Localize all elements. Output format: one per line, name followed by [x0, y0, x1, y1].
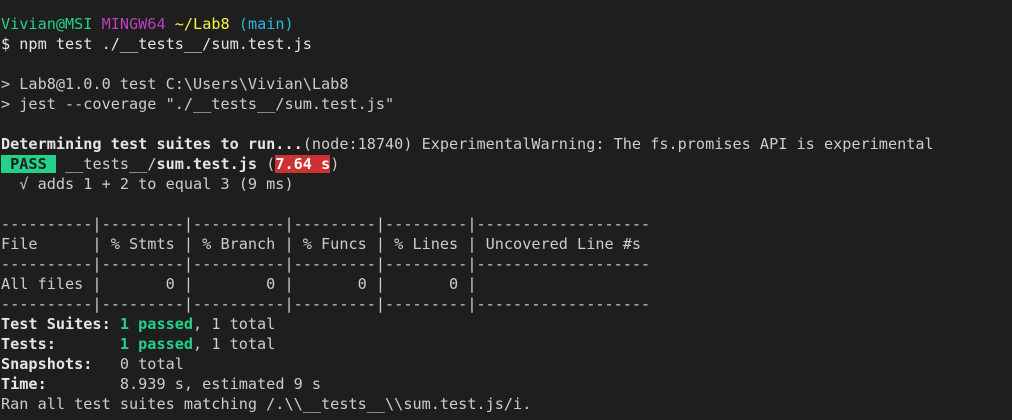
summary-label: Time: — [1, 375, 120, 393]
summary-label: Snapshots: — [1, 355, 120, 373]
shell-prompt: Vivian@MSI MINGW64 ~/Lab8 (main) — [0, 14, 1012, 34]
passed-count: 1 passed — [119, 335, 194, 353]
test-file-name: sum.test.js — [156, 155, 258, 173]
command-line: $ npm test ./__tests__/sum.test.js — [1, 35, 312, 53]
experimental-warning: (node:18740) ExperimentalWarning: The fs… — [302, 135, 934, 153]
test-result-line: PASS __tests__/sum.test.js (7.64 s) — [0, 154, 1012, 174]
paren-open: ( — [257, 155, 276, 173]
npm-script-line: > jest --coverage "./__tests__/sum.test.… — [1, 95, 395, 113]
elapsed-time: 8.939 s, estimated 9 s — [119, 375, 322, 393]
test-case: √ adds 1 + 2 to equal 3 (9 ms) — [1, 175, 294, 193]
passed-count: 1 passed — [119, 315, 194, 333]
total-count: , 1 total — [193, 315, 276, 333]
summary-label: Tests: — [1, 335, 120, 353]
paren-close: ) — [330, 155, 340, 173]
pass-badge: PASS — [1, 155, 56, 173]
terminal-window[interactable]: Vivian@MSI MINGW64 ~/Lab8 (main) $ npm t… — [0, 0, 1012, 420]
coverage-separator: ----------|---------|----------|--------… — [1, 215, 651, 233]
duration-badge: 7.64 s — [275, 155, 331, 173]
summary-time: Time: 8.939 s, estimated 9 s — [0, 374, 1012, 394]
prompt-path: ~/Lab8 — [174, 15, 230, 33]
summary-suites: Test Suites: 1 passed, 1 total — [0, 314, 1012, 334]
summary-snapshots: Snapshots: 0 total — [0, 354, 1012, 374]
npm-script-line: > Lab8@1.0.0 test C:\Users\Vivian\Lab8 — [1, 75, 349, 93]
prompt-env: MINGW64 — [101, 15, 166, 33]
ran-all-line: Ran all test suites matching /.\\__tests… — [1, 395, 532, 413]
coverage-separator: ----------|---------|----------|--------… — [1, 295, 651, 313]
coverage-header: File | % Stmts | % Branch | % Funcs | % … — [1, 235, 651, 253]
summary-label: Test Suites: — [1, 315, 120, 333]
total-count: , 1 total — [193, 335, 276, 353]
determining-label: Determining test suites to run... — [1, 135, 303, 153]
test-case-line: √ adds 1 + 2 to equal 3 (9 ms) — [0, 174, 1012, 194]
coverage-row: All files | 0 | 0 | 0 | 0 | — [1, 275, 651, 293]
prompt-user-host: Vivian@MSI — [1, 15, 93, 33]
snapshot-count: 0 total — [119, 355, 184, 373]
determining-line: Determining test suites to run...(node:1… — [0, 134, 1012, 154]
summary-tests: Tests: 1 passed, 1 total — [0, 334, 1012, 354]
test-file-dir: __tests__/ — [65, 155, 157, 173]
prompt-branch: (main) — [238, 15, 294, 33]
coverage-separator: ----------|---------|----------|--------… — [1, 255, 651, 273]
